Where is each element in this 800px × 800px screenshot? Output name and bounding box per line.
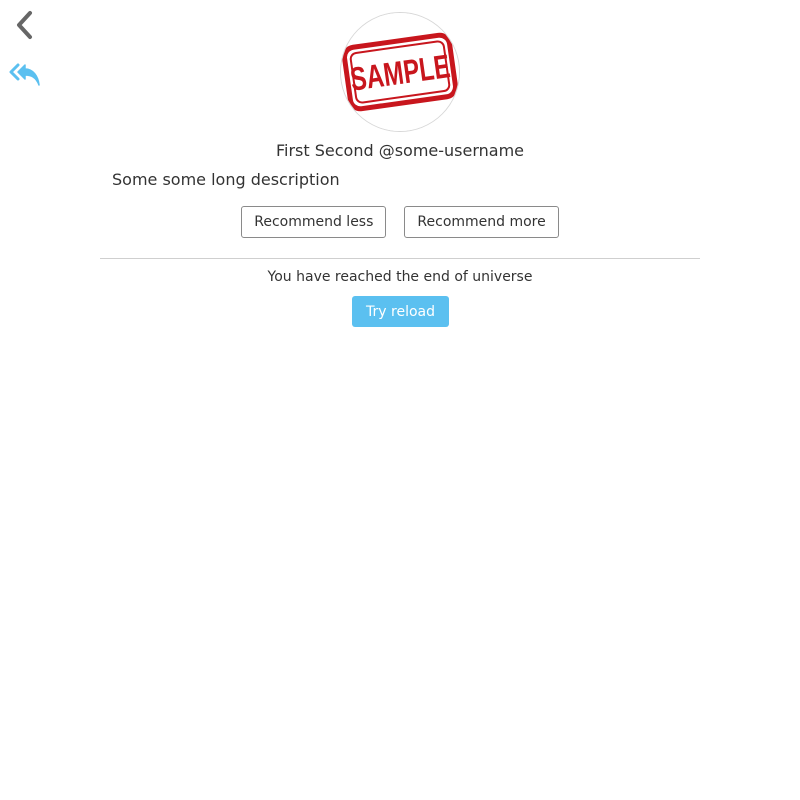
reply-all-icon	[9, 63, 40, 86]
profile-name: First Second @some-username	[275, 141, 525, 160]
reply-all-button[interactable]	[8, 58, 42, 92]
recommend-more-button[interactable]: Recommend more	[404, 206, 559, 238]
avatar[interactable]: SAMPLE	[340, 12, 460, 132]
try-reload-button[interactable]: Try reload	[352, 296, 449, 327]
chevron-left-icon	[17, 11, 32, 39]
recommendation-actions: Recommend less Recommend more	[0, 206, 800, 238]
profile-description: Some some long description	[112, 170, 340, 189]
divider	[100, 258, 700, 259]
recommend-less-button[interactable]: Recommend less	[241, 206, 387, 238]
back-button[interactable]	[8, 8, 40, 42]
sample-stamp-image: SAMPLE	[341, 13, 459, 131]
end-of-feed-message: You have reached the end of universe	[267, 269, 533, 285]
profile-page: SAMPLE First Second @some-username Some …	[0, 0, 800, 800]
